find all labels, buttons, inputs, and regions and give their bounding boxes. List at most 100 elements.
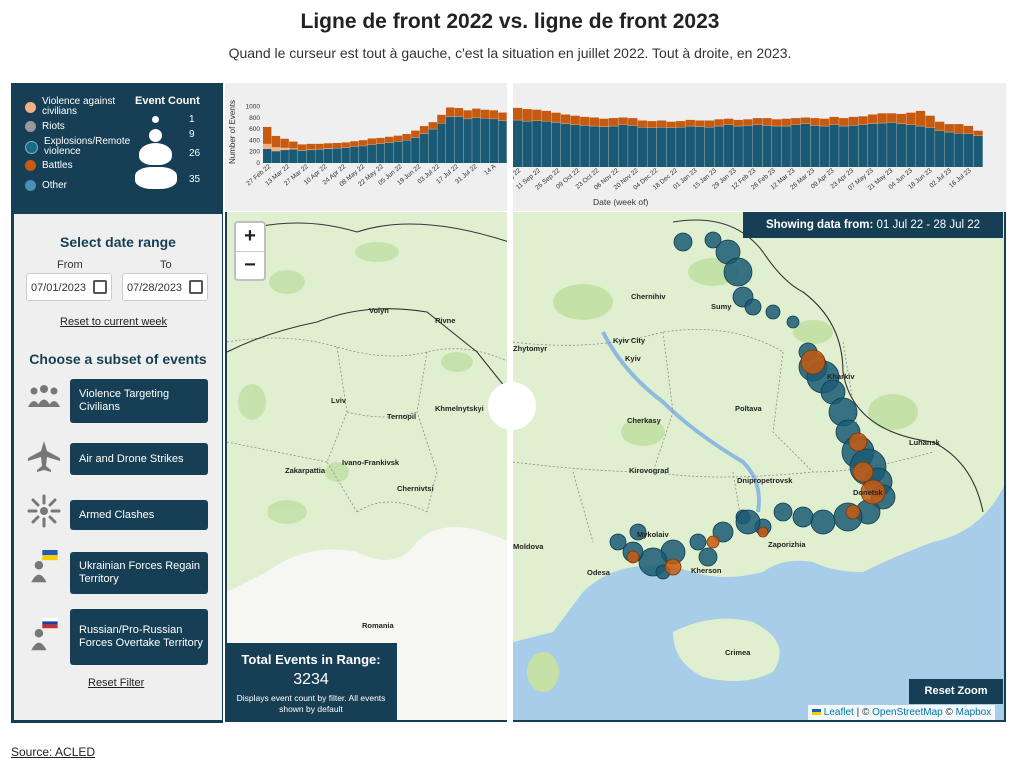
bar-explosions <box>358 146 368 163</box>
event-bubble-explosions <box>698 547 718 567</box>
to-date-value: 07/28/2023 <box>127 282 183 294</box>
reset-filter-link[interactable]: Reset Filter <box>88 677 144 689</box>
bar-battles <box>819 118 830 126</box>
bar-explosions <box>848 125 859 167</box>
bar-battles <box>489 110 498 119</box>
mapbox-link[interactable]: Mapbox <box>956 707 992 718</box>
bar-explosions <box>541 121 552 167</box>
plane-icon <box>28 441 60 472</box>
filter-ukrainian-regain-button[interactable]: Ukrainian Forces Regain Territory <box>70 552 208 594</box>
events-bar-chart-2022: 02004006008001000Number of Events27 Feb … <box>228 100 507 188</box>
to-date-input[interactable]: 07/28/2023 <box>122 273 208 301</box>
map-2023[interactable]: Chernihiv Sumy Zhytomyr Kyiv City Kyiv P… <box>513 212 1006 722</box>
map-label: Sumy <box>711 302 732 311</box>
bar-explosions <box>599 126 609 167</box>
map-label: Moldova <box>513 542 544 551</box>
filter-air-drone-button[interactable]: Air and Drone Strikes <box>70 443 208 475</box>
event-bubble-explosions <box>773 502 793 522</box>
bar-battles <box>297 144 307 151</box>
map-2023-basemap <box>513 212 1004 692</box>
bar-explosions <box>915 126 926 167</box>
bar-battles <box>656 120 667 128</box>
y-axis-label: Number of Events <box>228 100 237 164</box>
total-events-value: 3234 <box>293 671 329 688</box>
bar-explosions <box>618 125 628 167</box>
bar-battles <box>480 109 490 119</box>
calendar-icon[interactable] <box>189 280 203 294</box>
bar-battles <box>666 121 676 128</box>
bar-battles <box>628 118 638 126</box>
map-label: Mykolaiv <box>637 530 669 539</box>
x-tick-label: 14 A <box>483 163 498 177</box>
calendar-icon[interactable] <box>93 280 107 294</box>
bar-explosions <box>315 149 324 163</box>
bar-battles <box>522 109 532 122</box>
filter-violence-civilians-button[interactable]: Violence Targeting Civilians <box>70 379 208 423</box>
bar-explosions <box>376 143 385 163</box>
bar-battles <box>637 120 647 128</box>
y-tick-label: 800 <box>249 115 260 122</box>
bar-explosions <box>454 116 464 163</box>
bar-explosions <box>608 126 619 167</box>
legend-item-explosions: Explosions/Remote violence <box>25 137 136 157</box>
bar-explosions <box>867 123 878 167</box>
chart-right-panel: 28 Aug 2211 Sep 2225 Sep 2209 Oct 2223 O… <box>495 83 1006 211</box>
bar-explosions <box>324 148 333 163</box>
bar-battles <box>472 108 481 118</box>
bar-explosions <box>896 123 906 167</box>
map-attribution: Leaflet | © OpenStreetMap © Mapbox <box>808 705 996 720</box>
bar-explosions <box>752 125 763 167</box>
legend-label: Battles <box>42 159 73 171</box>
bar-explosions <box>771 126 782 167</box>
size-circle-medium <box>149 129 162 142</box>
map-label: Chernihiv <box>631 292 666 301</box>
map-label: Odesa <box>587 568 610 577</box>
from-date-input[interactable]: 07/01/2023 <box>26 273 112 301</box>
event-bubble-explosions <box>689 533 707 551</box>
bar-explosions <box>332 148 342 163</box>
leaflet-link[interactable]: Leaflet <box>824 707 854 718</box>
legend-dot <box>25 160 36 171</box>
bar-explosions <box>498 120 507 163</box>
reset-zoom-button[interactable]: Reset Zoom <box>909 679 1003 704</box>
chart-left-panel: 0 200 400 600 800 1000 Number of Events 27 Feb … <box>225 83 507 211</box>
comparison-slider-handle[interactable] <box>488 382 536 430</box>
y-tick-label: 1000 <box>246 104 261 111</box>
source-link[interactable]: Source: ACLED <box>11 745 95 759</box>
bar-battles <box>800 117 811 124</box>
filter-russian-overtake-button[interactable]: Russian/Pro-Russian Forces Overtake Terr… <box>70 609 208 665</box>
bar-battles <box>263 126 272 144</box>
bar-battles <box>376 137 385 144</box>
bar-battles <box>411 130 420 138</box>
bar-explosions <box>297 150 307 163</box>
bar-explosions <box>385 142 394 163</box>
bar-battles <box>771 119 782 126</box>
filter-armed-clashes-button[interactable]: Armed Clashes <box>70 500 208 530</box>
bar-explosions <box>656 127 667 167</box>
event-bubble-explosions <box>673 232 693 252</box>
zoom-out-button[interactable]: − <box>236 252 264 280</box>
bar-explosions <box>666 128 676 167</box>
bar-explosions <box>839 126 849 167</box>
bar-battles <box>385 136 394 143</box>
bar-battles <box>925 115 935 128</box>
map-label: Zhytomyr <box>513 344 548 353</box>
map-label: Luhansk <box>909 438 940 447</box>
bar-battles <box>271 135 281 148</box>
bar-explosions <box>676 127 686 167</box>
total-events-title: Total Events in Range: <box>241 652 381 667</box>
event-bubble-explosions <box>723 257 753 287</box>
osm-link[interactable]: OpenStreetMap <box>872 707 943 718</box>
y-tick-label: 200 <box>249 149 260 156</box>
bar-explosions <box>877 123 887 167</box>
legend-label: Other <box>42 179 68 191</box>
legend-dot <box>25 101 36 113</box>
bar-battles <box>580 116 590 126</box>
reset-week-link[interactable]: Reset to current week <box>60 316 167 328</box>
size-value: 9 <box>189 129 195 140</box>
bar-battles <box>280 138 289 148</box>
bar-explosions <box>570 125 580 167</box>
event-bubble-battles <box>852 461 874 483</box>
zoom-in-button[interactable]: + <box>236 223 264 252</box>
bar-civilians <box>263 143 272 149</box>
